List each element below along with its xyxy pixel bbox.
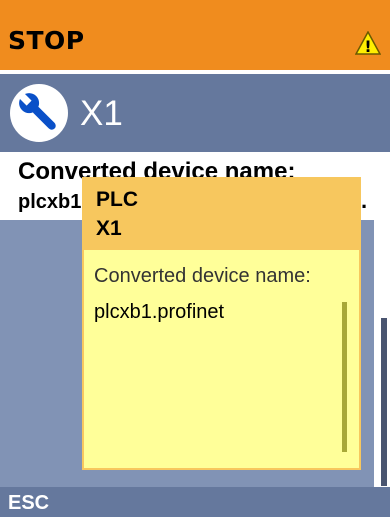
wrench-icon bbox=[10, 84, 68, 142]
softkey-bar bbox=[0, 487, 390, 517]
status-text: STOP bbox=[8, 26, 85, 55]
tooltip-title-name: X1 bbox=[96, 217, 122, 240]
svg-text:!: ! bbox=[364, 37, 371, 55]
esc-softkey[interactable]: ESC bbox=[8, 492, 49, 514]
warning-icon[interactable]: ! bbox=[355, 31, 381, 55]
tooltip-scrollbar[interactable] bbox=[342, 302, 347, 452]
scrollbar-thumb[interactable] bbox=[381, 318, 387, 486]
tooltip-title-type: PLC bbox=[96, 188, 138, 211]
detail-ellipsis: . bbox=[361, 188, 368, 213]
detail-value: plcxb1 bbox=[18, 191, 82, 213]
tooltip-value: plcxb1.profinet bbox=[94, 301, 225, 323]
device-title: X1 bbox=[80, 94, 123, 133]
tooltip-label: Converted device name: bbox=[94, 265, 311, 287]
